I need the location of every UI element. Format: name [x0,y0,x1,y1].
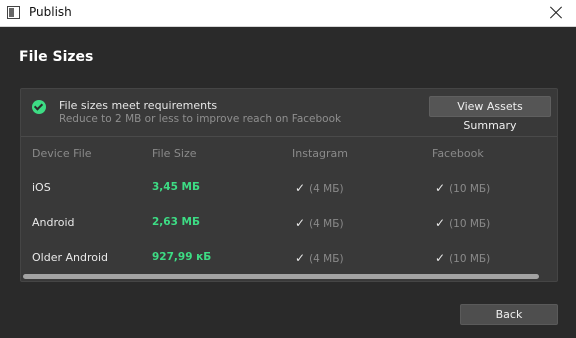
row-ios-instagram: ✓ (4 МБ) [295,181,344,195]
facebook-limit: (10 МБ) [449,218,491,230]
row-older-android-size: 927,99 кБ [152,251,212,263]
column-header-facebook: Facebook [432,147,484,160]
row-older-android-instagram: ✓ (4 МБ) [295,251,344,265]
row-android-instagram: ✓ (4 МБ) [295,216,344,230]
title-bar: Publish [0,0,576,27]
row-android-size: 2,63 МБ [152,216,201,228]
back-button[interactable]: Back [460,304,558,325]
row-ios-size: 3,45 МБ [152,181,201,193]
window-title: Publish [29,5,72,19]
app-icon [7,6,20,19]
horizontal-scrollbar[interactable] [23,274,539,279]
checkmark-icon: ✓ [435,181,446,195]
row-android-facebook: ✓ (10 МБ) [435,216,490,230]
file-sizes-panel: File sizes meet requirements Reduce to 2… [20,88,558,282]
column-header-file-size: File Size [152,147,197,160]
facebook-limit: (10 МБ) [449,183,491,195]
facebook-limit: (10 МБ) [449,253,491,265]
checkmark-icon: ✓ [435,216,446,230]
checkmark-icon: ✓ [295,251,306,265]
check-circle-icon [32,100,46,114]
checkmark-icon: ✓ [295,216,306,230]
page-title: File Sizes [19,49,94,65]
row-ios-facebook: ✓ (10 МБ) [435,181,490,195]
instagram-limit: (4 МБ) [309,218,344,230]
status-title: File sizes meet requirements [59,99,218,112]
close-icon[interactable] [545,2,567,24]
row-older-android-device: Older Android [32,251,109,264]
column-header-instagram: Instagram [292,147,348,160]
instagram-limit: (4 МБ) [309,253,344,265]
status-row: File sizes meet requirements Reduce to 2… [21,89,557,137]
row-ios-device: iOS [32,181,51,194]
instagram-limit: (4 МБ) [309,183,344,195]
view-assets-summary-button[interactable]: View Assets Summary [429,96,551,132]
checkmark-icon: ✓ [435,251,446,265]
status-subtitle: Reduce to 2 MB or less to improve reach … [59,113,342,125]
row-android-device: Android [32,216,75,229]
checkmark-icon: ✓ [295,181,306,195]
column-header-device: Device File [32,147,92,160]
row-older-android-facebook: ✓ (10 МБ) [435,251,490,265]
